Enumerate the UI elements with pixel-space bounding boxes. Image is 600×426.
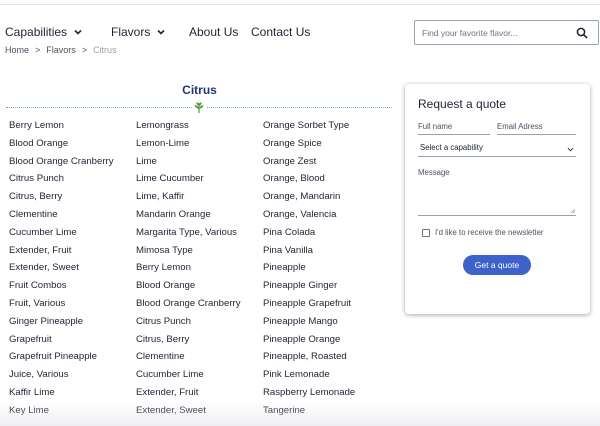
chevron-down-icon (567, 147, 574, 152)
breadcrumb: Home > Flavors > Citrus (5, 45, 117, 55)
flavor-column-1: Berry Lemon Blood Orange Blood Orange Cran… (9, 119, 136, 422)
flavor-item[interactable]: Pineapple Ginger (263, 279, 393, 297)
flavor-item[interactable]: Mimosa Type (136, 244, 263, 262)
newsletter-option[interactable]: I'd like to receive the newsletter (422, 228, 544, 237)
flavor-item[interactable]: Cucumber Lime (136, 368, 263, 386)
flavor-item[interactable]: Citrus Punch (136, 315, 263, 333)
flavor-item[interactable]: Extender, Sweet (136, 404, 263, 422)
flavor-item[interactable]: Kaffir Lime (9, 386, 136, 404)
flavor-item[interactable]: Grapefruit (9, 333, 136, 351)
nav-contact-label: Contact Us (251, 25, 311, 39)
breadcrumb-home[interactable]: Home (5, 45, 29, 55)
email-field[interactable]: Email Adress (497, 122, 576, 135)
flavor-item[interactable]: Berry Lemon (9, 119, 136, 137)
flavor-item[interactable]: Fruit, Various (9, 297, 136, 315)
quote-title: Request a quote (418, 97, 507, 111)
flavor-item[interactable]: Lime (136, 155, 263, 173)
resize-handle-icon[interactable] (570, 208, 576, 214)
flavor-item[interactable]: Pineapple Orange (263, 333, 393, 351)
flavor-item[interactable]: Key Lime (9, 404, 136, 422)
flavor-item[interactable]: Orange Spice (263, 137, 393, 155)
flavor-item[interactable]: Grapefruit Pineapple (9, 350, 136, 368)
breadcrumb-separator: > (35, 45, 41, 55)
flavor-item[interactable]: Clementine (9, 208, 136, 226)
nav-contact-us[interactable]: Contact Us (251, 25, 310, 39)
search-input[interactable] (415, 27, 565, 38)
flavor-item[interactable]: Orange, Valencia (263, 208, 393, 226)
flavor-item[interactable]: Fruit Combos (9, 279, 136, 297)
capability-select-value: Select a capability (420, 143, 483, 152)
quote-form: Request a quote Full name Email Adress S… (405, 84, 590, 314)
nav-flavors-label: Flavors (111, 25, 151, 39)
breadcrumb-separator: > (81, 45, 88, 55)
flavor-item[interactable]: Extender, Sweet (9, 261, 136, 279)
flavor-item[interactable]: Orange Zest (263, 155, 393, 173)
nav-capabilities[interactable]: Capabilities (5, 25, 83, 39)
flavor-item[interactable]: Pineapple Grapefruit (263, 297, 393, 315)
flavor-item[interactable]: Extender, Fruit (9, 244, 136, 262)
flavor-item[interactable]: Juice, Various (9, 368, 136, 386)
nav-about-label: About Us (189, 25, 239, 39)
flavor-item[interactable]: Lemon-Lime (136, 137, 263, 155)
full-name-field[interactable]: Full name (418, 122, 490, 135)
flavor-item[interactable]: Lemongrass (136, 119, 263, 137)
flavor-item[interactable]: Orange, Mandarin (263, 190, 393, 208)
flavor-item[interactable]: Pineapple (263, 261, 393, 279)
flavor-item[interactable]: Citrus, Berry (9, 190, 136, 208)
flavor-item[interactable]: Ginger Pineapple (9, 315, 136, 333)
flavor-item[interactable]: Citrus, Berry (136, 333, 263, 351)
newsletter-checkbox[interactable] (422, 228, 430, 237)
flavor-item[interactable]: Cucumber Lime (9, 226, 136, 244)
flavor-item[interactable]: Blood Orange (9, 137, 136, 155)
flavor-item[interactable]: Lime, Kaffir (136, 190, 263, 208)
flavor-item[interactable]: Mandarin Orange (136, 208, 263, 226)
top-border (0, 4, 600, 5)
flavor-column-2: Lemongrass Lemon-Lime Lime Lime Cucumber Lim… (136, 119, 263, 422)
nav-about-us[interactable]: About Us (189, 25, 238, 39)
flavor-item[interactable]: Pina Vanilla (263, 244, 393, 262)
flavor-item[interactable]: Pina Colada (263, 226, 393, 244)
capability-select[interactable]: Select a capability (418, 143, 576, 157)
flavor-item[interactable]: Clementine (136, 350, 263, 368)
flavor-item[interactable]: Tangerine (263, 404, 393, 422)
leaf-icon (192, 100, 206, 114)
search-box (414, 20, 599, 45)
chevron-down-icon (157, 29, 165, 35)
search-icon[interactable] (576, 27, 588, 39)
flavor-column-3: Orange Sorbet Type Orange Spice Orange Zes… (263, 119, 393, 422)
flavor-item[interactable]: Blood Orange Cranberry (136, 297, 263, 315)
breadcrumb-flavors[interactable]: Flavors (46, 45, 76, 55)
nav-flavors[interactable]: Flavors (111, 25, 166, 39)
newsletter-label: I'd like to receive the newsletter (435, 228, 544, 237)
nav-capabilities-label: Capabilities (5, 25, 68, 39)
message-label: Message (418, 168, 450, 177)
chevron-down-icon (74, 29, 82, 35)
main-nav: Capabilities Flavors About Us Contact Us (0, 18, 600, 46)
flavor-item[interactable]: Raspberry Lemonade (263, 386, 393, 404)
flavor-columns: Berry Lemon Blood Orange Blood Orange Cran… (9, 119, 393, 422)
flavor-item[interactable]: Orange, Blood (263, 172, 393, 190)
breadcrumb-current: Citrus (93, 45, 117, 55)
flavor-item[interactable]: Lime Cucumber (136, 172, 263, 190)
flavor-item[interactable]: Citrus Punch (9, 172, 136, 190)
flavor-item[interactable]: Margarita Type, Various (136, 226, 263, 244)
flavor-item[interactable]: Blood Orange Cranberry (9, 155, 136, 173)
flavor-item[interactable]: Pineapple, Roasted (263, 350, 393, 368)
flavor-item[interactable]: Pineapple Mango (263, 315, 393, 333)
page-title: Citrus (182, 83, 217, 97)
message-field[interactable]: Message (418, 168, 576, 216)
flavor-item[interactable]: Berry Lemon (136, 261, 263, 279)
flavor-item[interactable]: Pink Lemonade (263, 368, 393, 386)
flavor-item[interactable]: Orange Sorbet Type (263, 119, 393, 137)
get-quote-button[interactable]: Get a quote (463, 255, 531, 275)
flavor-item[interactable]: Extender, Fruit (136, 386, 263, 404)
flavor-item[interactable]: Blood Orange (136, 279, 263, 297)
